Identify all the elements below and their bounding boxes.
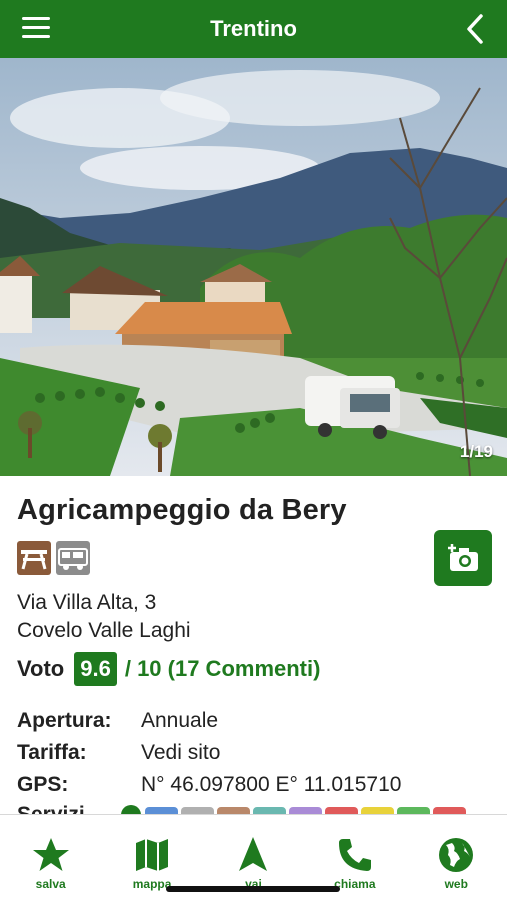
nav-call-label: chiama (334, 877, 376, 891)
nav-web-label: web (444, 877, 468, 891)
rate-label: Tariffa: (17, 741, 87, 764)
place-name: Agricampeggio da Bery (17, 494, 347, 526)
rate-row: Tariffa: Vedi sito (17, 741, 220, 765)
camper-area-icon (56, 541, 90, 575)
gps-label: GPS: (17, 773, 69, 796)
star-icon (32, 838, 69, 871)
nav-save-label: salva (35, 877, 66, 891)
opening-row: Apertura: Annuale (17, 709, 218, 733)
home-indicator (166, 886, 340, 892)
address-city: Covelo Valle Laghi (17, 619, 191, 642)
phone-icon (338, 839, 371, 871)
services-row: Servizi (17, 801, 507, 815)
page-title: Trentino (210, 16, 297, 41)
address-street: Via Villa Alta, 3 (17, 591, 157, 614)
picnic-table-icon (17, 541, 51, 575)
rating-label: Voto (17, 656, 65, 681)
top-app-bar: Trentino (0, 0, 507, 58)
gps-value[interactable]: N° 46.097800 E° 11.015710 (141, 773, 401, 797)
category-icons (17, 541, 90, 575)
globe-icon (439, 838, 474, 872)
rating-score-badge: 9.6 (74, 652, 117, 686)
photo-gallery[interactable]: 1/19 (0, 58, 507, 476)
hamburger-menu-icon[interactable] (22, 17, 50, 41)
rate-value[interactable]: Vedi sito (141, 741, 220, 765)
add-photo-button[interactable] (434, 530, 492, 586)
rating-comments-link[interactable]: / 10 (17 Commenti) (125, 656, 321, 682)
navigation-arrow-icon (239, 837, 268, 871)
rating-row[interactable]: Voto 9.6 / 10 (17 Commenti) (17, 652, 320, 686)
opening-label: Apertura: (17, 709, 112, 732)
add-photo-camera-icon (448, 544, 478, 571)
campsite-photo (0, 58, 507, 476)
nav-save-button[interactable]: salva (6, 815, 96, 900)
gallery-counter: 1/19 (459, 442, 493, 461)
address: Via Villa Alta, 3 Covelo Valle Laghi (17, 589, 191, 645)
map-icon (136, 839, 169, 871)
nav-web-button[interactable]: web (411, 815, 501, 900)
chevron-left-icon[interactable] (463, 12, 487, 46)
gps-row: GPS: N° 46.097800 E° 11.015710 (17, 773, 401, 797)
opening-value: Annuale (141, 709, 219, 732)
